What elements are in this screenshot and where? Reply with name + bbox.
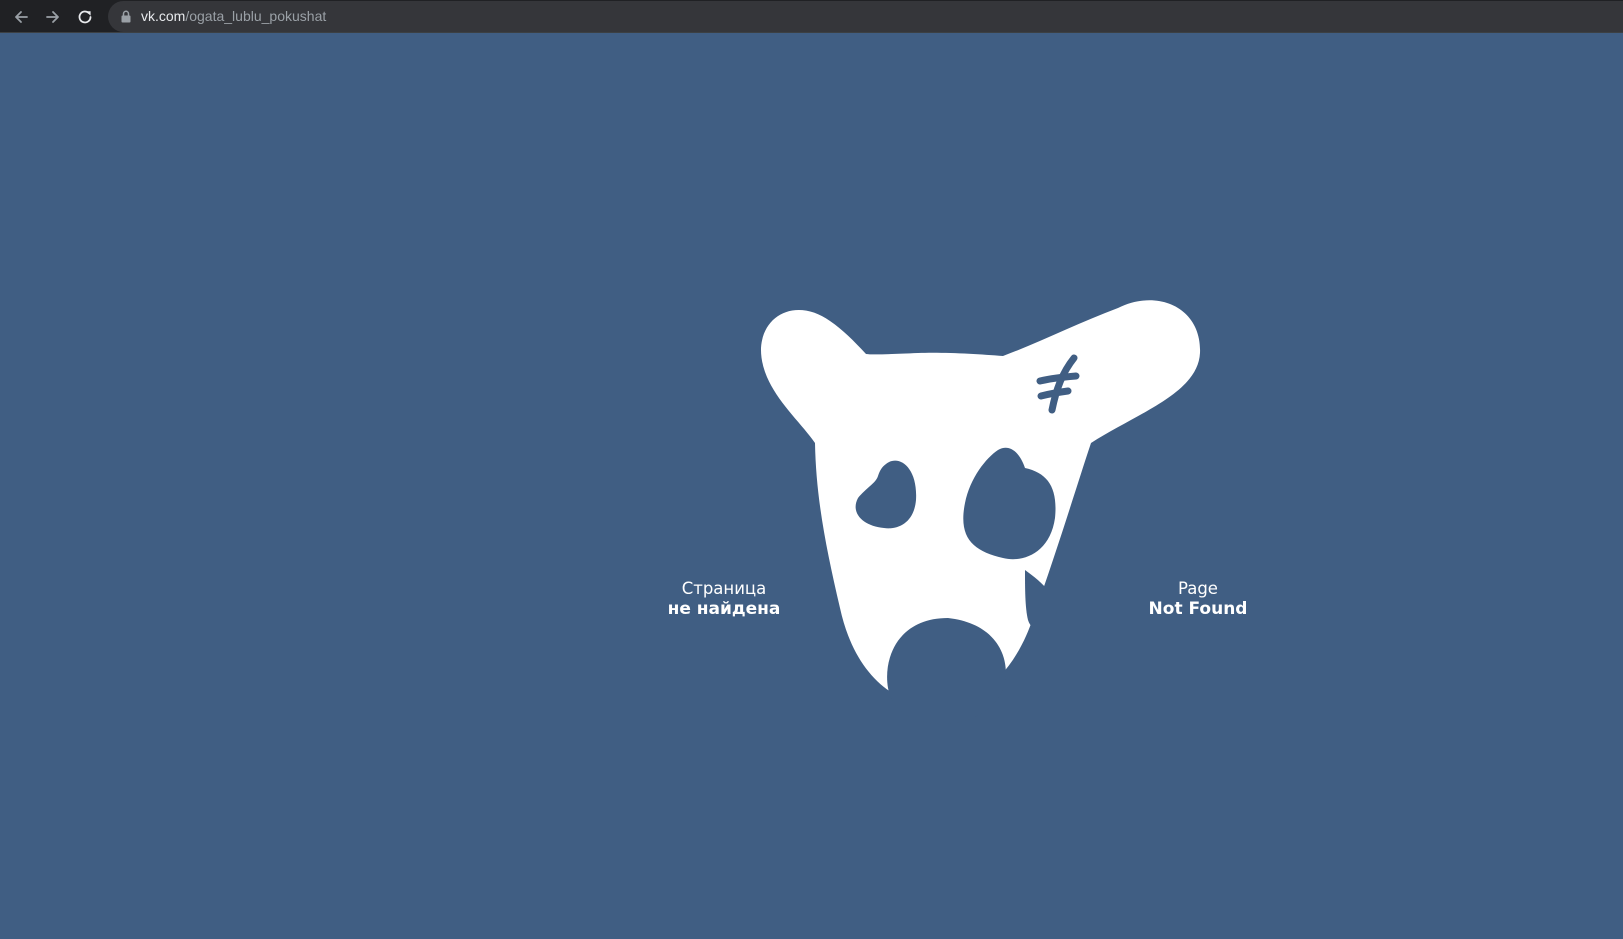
page-content: Страница не найдена Page Not Found [0,33,1623,939]
forward-arrow-icon [46,11,59,23]
url-host: vk.com [141,8,186,24]
browser-toolbar: vk.com/ogata_lublu_pokushat [0,0,1623,33]
url-text[interactable]: vk.com/ogata_lublu_pokushat [141,8,326,25]
message-en-line2: Not Found [1148,599,1248,619]
forward-button[interactable] [40,4,66,30]
not-found-message-en: Page Not Found [1118,578,1278,620]
message-en-line1: Page [1178,579,1218,598]
message-ru-line2: не найдена [667,599,781,619]
lock-icon[interactable] [121,10,131,23]
not-found-message-ru: Страница не найдена [640,578,808,620]
address-bar[interactable]: vk.com/ogata_lublu_pokushat [108,1,1623,32]
sad-dog-illustration [760,300,1201,724]
reload-icon [78,10,92,24]
back-button[interactable] [8,4,34,30]
back-arrow-icon [15,11,28,23]
message-ru-line1: Страница [681,579,767,598]
reload-button[interactable] [72,4,98,30]
url-path: /ogata_lublu_pokushat [185,8,327,24]
